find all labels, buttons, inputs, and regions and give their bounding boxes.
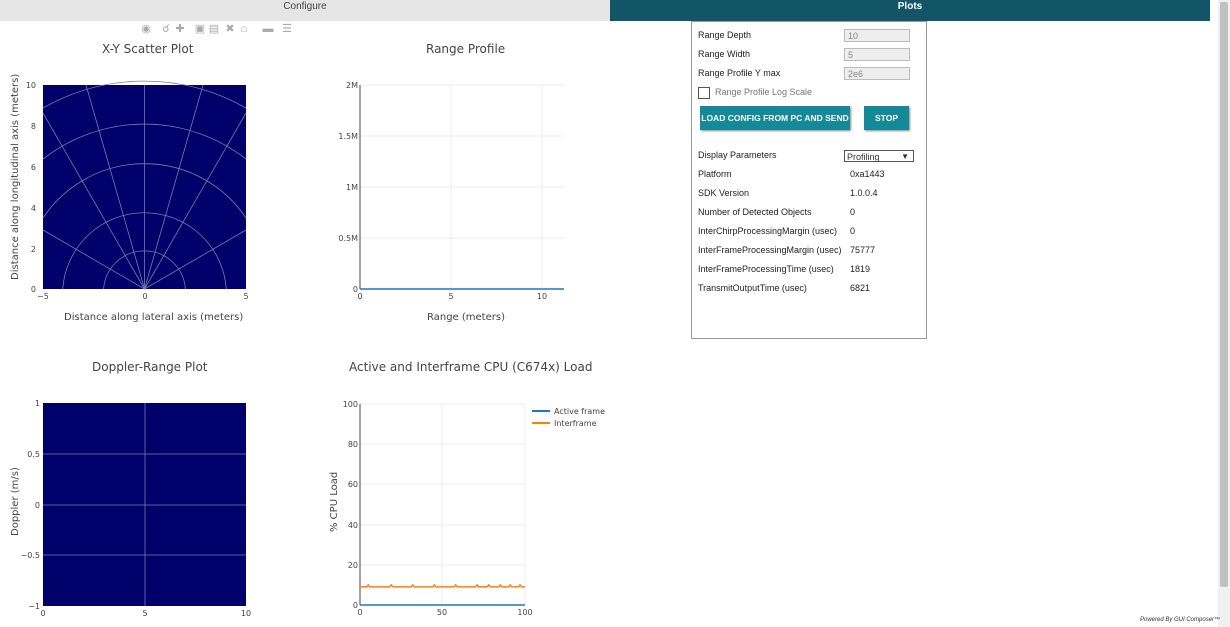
log-scale-label: Range Profile Log Scale [715,87,813,97]
stat-value: 6821 [850,283,871,293]
cpu-load-grid [360,403,526,605]
pan-icon[interactable]: ✚ [174,22,186,36]
doppler-ytick: 0 [35,501,40,510]
autoscale-icon[interactable]: ✖ [224,22,236,36]
scatter-plot[interactable]: 0 2 4 6 8 10 −5 0 5 [0,75,260,305]
doppler-ylabel: Doppler (m/s) [10,467,21,536]
display-params-label: Display Parameters [698,150,777,160]
range-profile-plot[interactable]: 0 0.5M 1M 1.5M 2M 0 5 10 [320,75,580,305]
zoom-icon[interactable]: ☌ [160,22,172,36]
range-profile-title: Range Profile [426,42,506,56]
stat-value: 75777 [850,245,876,255]
scatter-ytick: 6 [31,163,36,172]
cpu-load-xtick: 0 [357,608,362,617]
load-config-button[interactable]: LOAD CONFIG FROM PC AND SEND [700,106,850,130]
range-profile-grid [360,84,564,289]
chevron-down-icon: ▼ [901,152,909,161]
cpu-load-ytick: 20 [348,561,358,570]
range-profile-ytick: 1M [346,183,358,192]
scatter-ytick: 8 [31,122,36,131]
stat-label: SDK Version [698,188,750,198]
range-profile-ytick: 0.5M [338,234,358,243]
range-profile-xtick: 0 [357,292,362,301]
scatter-xtick: 5 [243,292,248,301]
display-params-select[interactable]: Profiling ▼ [844,150,914,162]
stat-value: 0 [850,226,856,236]
cpu-load-ytick: 100 [343,400,358,409]
doppler-xtick: 10 [241,609,251,618]
stat-label: Platform [698,169,732,179]
cpu-load-xtick: 100 [517,608,532,617]
scrollbar-thumb[interactable] [1220,2,1228,587]
zoom-in-icon[interactable]: ▣ [194,22,206,36]
scatter-xlabel: Distance along lateral axis (meters) [64,312,244,323]
doppler-plot[interactable]: −1 −0.5 0 0.5 1 0 5 10 [0,393,260,623]
tab-plots[interactable]: Plots [610,0,1210,21]
range-ymax-input[interactable]: 2e6 [844,67,910,80]
range-profile-ticks: 0 0.5M 1M 1.5M 2M 0 5 10 [338,81,547,301]
doppler-ytick: 0.5 [27,450,40,459]
range-width-label: Range Width [698,49,751,59]
doppler-ytick: −0.5 [21,551,40,560]
doppler-ytick: 1 [35,399,40,408]
range-profile-xlabel: Range (meters) [427,312,505,323]
scatter-ytick: 4 [31,204,36,213]
doppler-plot-title: Doppler-Range Plot [92,360,208,374]
legend-label-active-frame: Active frame [554,407,605,416]
cpu-load-legend[interactable]: Active frame Interframe [532,407,605,428]
stat-label: InterFrameProcessingMargin (usec) [698,245,842,255]
scatter-ytick: 10 [26,81,36,90]
cpu-load-ytick: 80 [348,440,358,449]
stat-label: TransmitOutputTime (usec) [698,283,807,293]
home-icon[interactable]: ⌂ [238,22,250,36]
cpu-load-ytick: 60 [348,480,358,489]
range-profile-xtick: 5 [448,292,453,301]
cpu-load-ticks: 0 20 40 60 80 100 0 50 100 [343,400,533,617]
stat-value: 0 [850,207,856,217]
scatter-xtick: 0 [142,292,147,301]
doppler-xtick: 5 [142,609,147,618]
stat-label: InterChirpProcessingMargin (usec) [698,226,838,236]
display-params-value: Profiling [847,152,880,162]
range-profile-ytick: 1.5M [338,132,358,141]
stop-button[interactable]: STOP [864,106,909,130]
spike-icon[interactable]: ▬ [260,22,276,36]
doppler-plot-area[interactable] [43,403,246,606]
stat-value: 1.0.0.4 [850,188,878,198]
legend-label-interframe: Interframe [554,419,597,428]
hover-compare-icon[interactable]: ☰ [280,22,294,36]
control-panel: Range Depth 10 Range Width 5 Range Profi… [691,21,927,339]
range-depth-label: Range Depth [698,30,752,40]
range-profile-xtick: 10 [537,292,547,301]
stat-value: 0xa1443 [850,169,885,179]
range-profile-ytick: 2M [346,81,358,90]
log-scale-checkbox[interactable] [698,87,710,99]
scatter-xtick: −5 [37,292,49,301]
scatter-ytick: 2 [31,245,36,254]
cpu-load-xtick: 50 [437,608,447,617]
scatter-ylabel: Distance along longitudinal axis (meters… [10,73,21,280]
tab-configure[interactable]: Configure [0,0,610,21]
stat-label: Number of Detected Objects [698,207,812,217]
range-width-input[interactable]: 5 [844,48,910,61]
cpu-load-plot[interactable]: 0 20 40 60 80 100 0 50 100 Active frame … [320,393,640,623]
doppler-ytick: −1 [28,602,40,611]
cpu-load-title: Active and Interframe CPU (C674x) Load [349,360,593,374]
range-depth-input[interactable]: 10 [844,29,910,42]
scatter-ytick: 0 [31,285,36,294]
camera-icon[interactable]: ◉ [140,22,152,36]
scatter-plot-title: X-Y Scatter Plot [102,42,194,56]
cpu-load-ytick: 40 [348,521,358,530]
zoom-out-icon[interactable]: ▤ [208,22,220,36]
stat-label: InterFrameProcessingTime (usec) [698,264,834,274]
doppler-xtick: 0 [40,609,45,618]
powered-by-footer: Powered By GUI Composer™ [1140,617,1221,623]
stat-value: 1819 [850,264,871,274]
tab-bar: Configure Plots [0,0,1210,21]
range-ymax-label: Range Profile Y max [698,68,781,78]
cpu-load-ylabel: % CPU Load [329,471,340,532]
